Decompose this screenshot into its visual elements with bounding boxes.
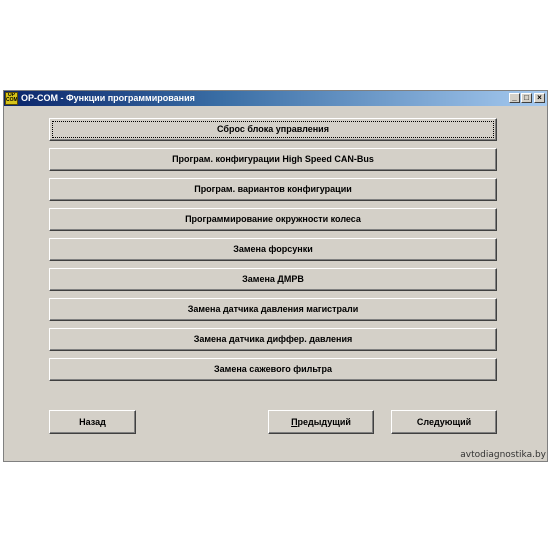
close-button[interactable]: × — [534, 93, 545, 103]
app-icon[interactable]: OP COM — [5, 92, 18, 105]
window-title: OP-COM - Функции программирования — [21, 93, 195, 103]
program-wheel-circumference-button[interactable]: Программирование окружности колеса — [49, 208, 497, 231]
program-can-bus-config-button[interactable]: Програм. конфигурации High Speed CAN-Bus — [49, 148, 497, 171]
app-icon-text-2: COM — [6, 97, 18, 103]
maximize-button[interactable]: □ — [521, 93, 532, 103]
next-button[interactable]: Следующий — [391, 410, 497, 434]
replace-diff-pressure-sensor-button[interactable]: Замена датчика диффер. давления — [49, 328, 497, 351]
previous-button[interactable]: Предыдущий — [268, 410, 374, 434]
replace-maf-sensor-button[interactable]: Замена ДМРВ — [49, 268, 497, 291]
app-window: OP COM OP-COM - Функции программирования… — [3, 90, 548, 462]
reset-ecu-button[interactable]: Сброс блока управления — [49, 118, 497, 141]
watermark: avtodiagnostika.by — [460, 450, 546, 460]
replace-rail-pressure-sensor-button[interactable]: Замена датчика давления магистрали — [49, 298, 497, 321]
replace-injector-button[interactable]: Замена форсунки — [49, 238, 497, 261]
previous-button-label: редыдущий — [297, 417, 351, 427]
program-config-variants-button[interactable]: Програм. вариантов конфигурации — [49, 178, 497, 201]
minimize-button[interactable]: _ — [509, 93, 520, 103]
title-bar[interactable]: OP COM OP-COM - Функции программирования… — [4, 91, 547, 106]
replace-particulate-filter-button[interactable]: Замена сажевого фильтра — [49, 358, 497, 381]
back-button[interactable]: Назад — [49, 410, 136, 434]
